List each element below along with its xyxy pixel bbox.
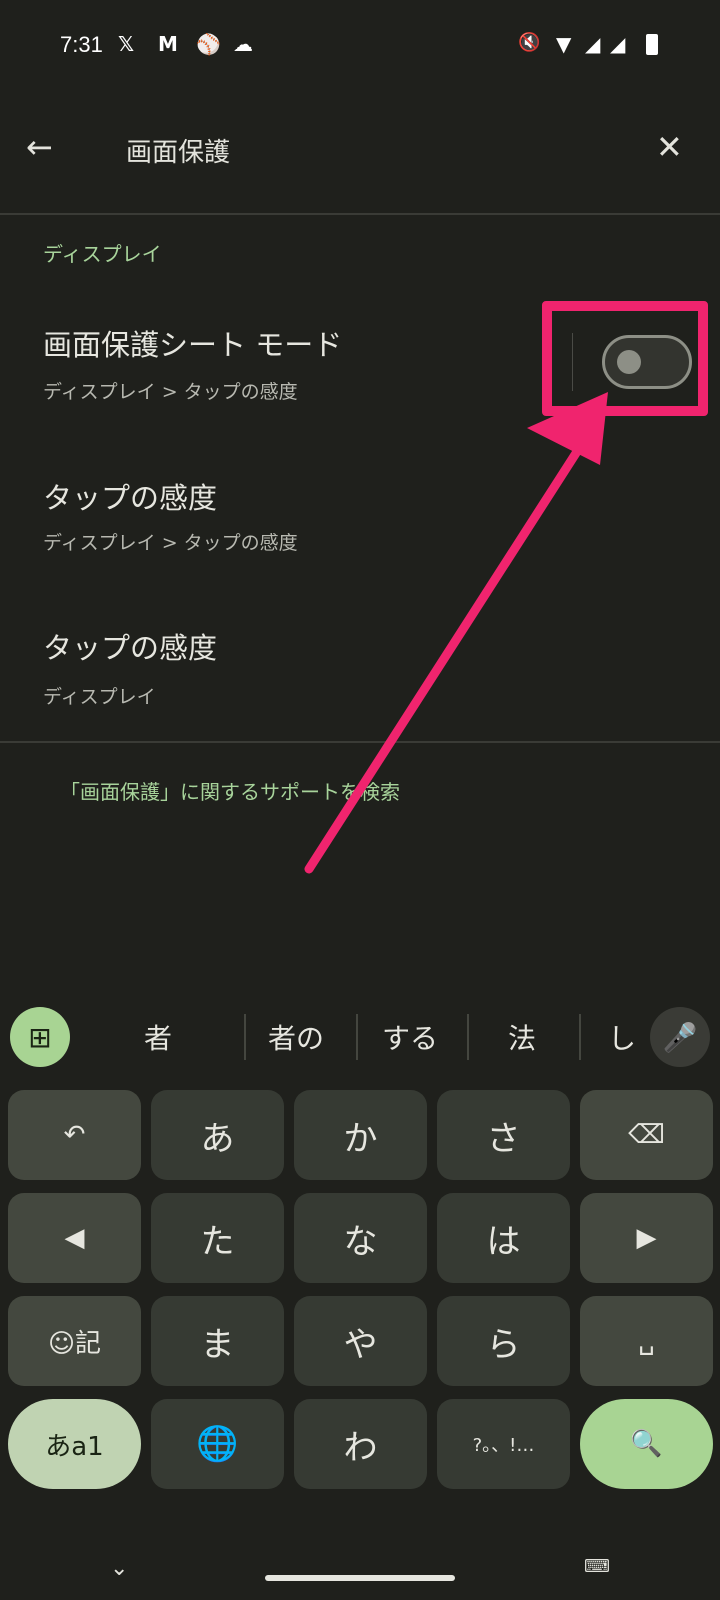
microphone-icon[interactable]: 🎤 <box>650 1007 710 1067</box>
ya-key[interactable]: や <box>294 1296 427 1386</box>
emoji-symbol-key[interactable]: ☺記 <box>8 1296 141 1386</box>
space-key[interactable]: ␣ <box>580 1296 713 1386</box>
divider <box>244 1014 246 1060</box>
keyboard-switch-icon[interactable]: ⌨ <box>584 1556 610 1577</box>
globe-key[interactable]: 🌐 <box>151 1399 284 1489</box>
left-key[interactable]: ◀ <box>8 1193 141 1283</box>
apps-grid-icon[interactable]: ⊞ <box>10 1007 70 1067</box>
sa-key[interactable]: さ <box>437 1090 570 1180</box>
home-gesture-bar[interactable] <box>265 1575 455 1581</box>
suggestion[interactable]: する <box>382 1017 438 1057</box>
ma-key[interactable]: ま <box>151 1296 284 1386</box>
ka-key[interactable]: か <box>294 1090 427 1180</box>
ha-key[interactable]: は <box>437 1193 570 1283</box>
suggestion[interactable]: 者の <box>268 1017 324 1057</box>
na-key[interactable]: な <box>294 1193 427 1283</box>
hide-keyboard-icon[interactable]: ⌄ <box>110 1556 128 1581</box>
wa-key[interactable]: わ <box>294 1399 427 1489</box>
undo-key[interactable]: ↶ <box>8 1090 141 1180</box>
a-key[interactable]: あ <box>151 1090 284 1180</box>
backspace-key[interactable]: ⌫ <box>580 1090 713 1180</box>
ra-key[interactable]: ら <box>437 1296 570 1386</box>
divider <box>356 1014 358 1060</box>
ta-key[interactable]: た <box>151 1193 284 1283</box>
divider <box>579 1014 581 1060</box>
right-key[interactable]: ▶ <box>580 1193 713 1283</box>
mode-switch-key[interactable]: あa1 <box>8 1399 141 1489</box>
punctuation-key[interactable]: ?。、!… <box>437 1399 570 1489</box>
search-key[interactable]: 🔍 <box>580 1399 713 1489</box>
suggestion[interactable]: し <box>608 1017 636 1057</box>
divider <box>467 1014 469 1060</box>
suggestion[interactable]: 法 <box>508 1017 536 1057</box>
annotation-arrow <box>304 392 608 874</box>
suggestion[interactable]: 者 <box>144 1017 172 1057</box>
